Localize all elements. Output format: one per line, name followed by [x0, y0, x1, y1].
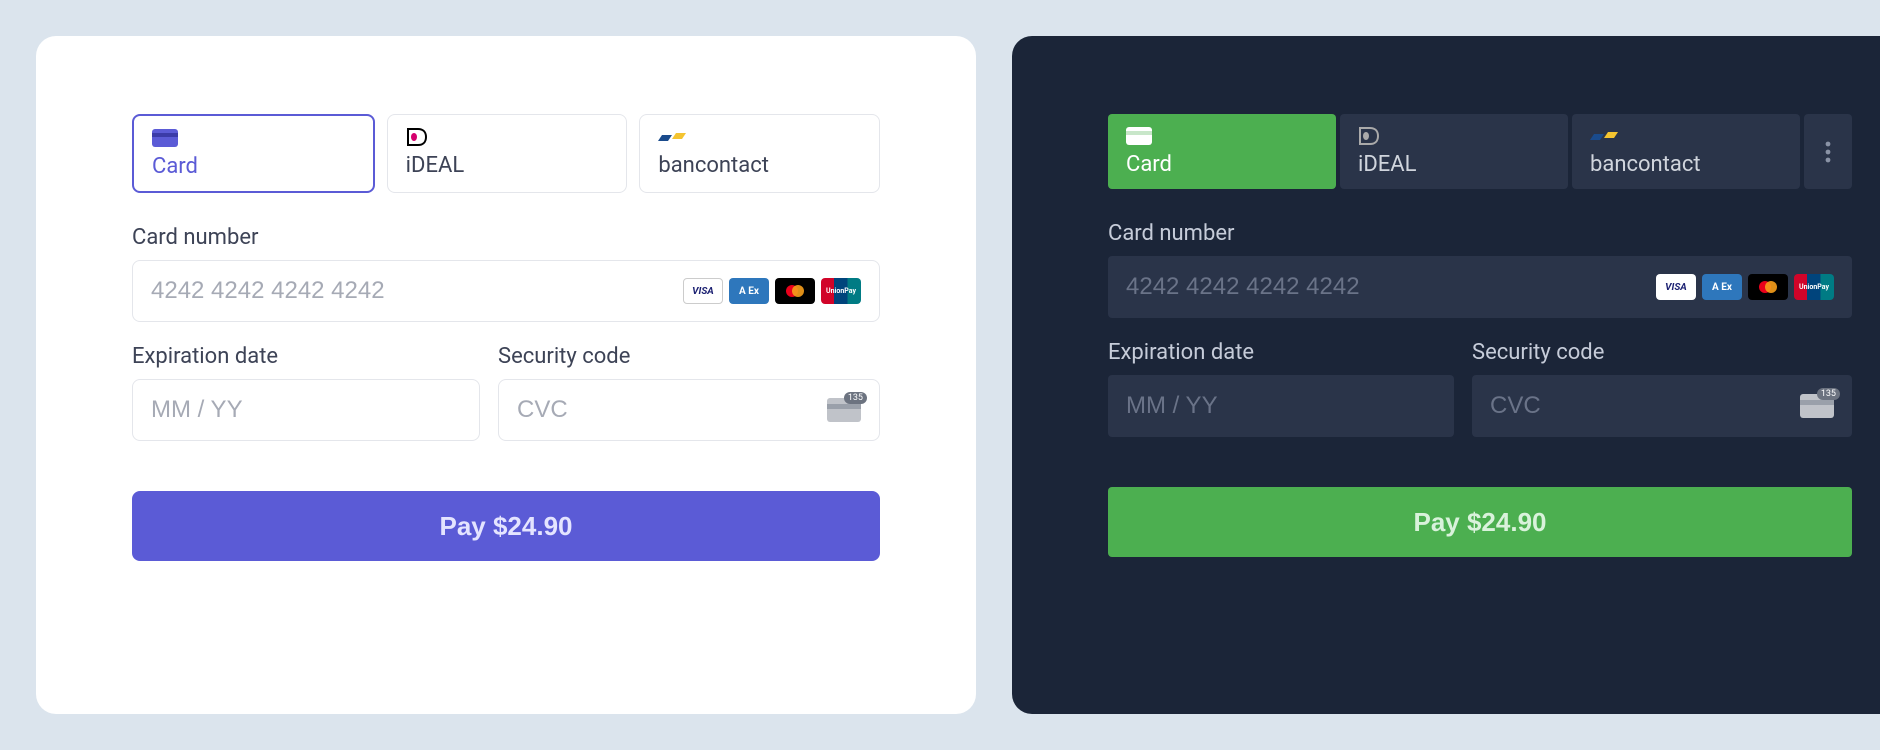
pay-button[interactable]: Pay $24.90	[132, 491, 880, 561]
payment-method-tabs: Card iDEAL bancontact	[132, 114, 880, 193]
bancontact-icon	[1590, 126, 1782, 146]
card-brand-logos: VISA A Ex UnionPay	[683, 278, 861, 304]
tab-ideal[interactable]: iDEAL	[1340, 114, 1568, 189]
tab-card[interactable]: Card	[1108, 114, 1336, 189]
card-number-field[interactable]: VISA A Ex UnionPay	[132, 260, 880, 322]
ideal-icon	[406, 127, 609, 147]
card-number-field[interactable]: VISA A Ex UnionPay	[1108, 256, 1852, 318]
payment-method-tabs: Card iDEAL bancontact	[1108, 114, 1852, 189]
tab-label: iDEAL	[1358, 152, 1550, 177]
card-number-label: Card number	[132, 225, 880, 250]
expiration-field[interactable]	[1108, 375, 1454, 437]
expiration-input[interactable]	[151, 396, 461, 424]
cvc-input[interactable]	[517, 396, 827, 424]
tab-label: Card	[1126, 152, 1318, 177]
tab-label: Card	[152, 154, 355, 179]
cvc-label: Security code	[1472, 340, 1852, 365]
card-brand-logos: VISA A Ex UnionPay	[1656, 274, 1834, 300]
card-number-label: Card number	[1108, 221, 1852, 246]
tab-label: iDEAL	[406, 153, 609, 178]
visa-icon: VISA	[1656, 274, 1696, 300]
cvc-hint-icon: 135	[827, 398, 861, 422]
tab-label: bancontact	[1590, 152, 1782, 177]
expiration-label: Expiration date	[132, 344, 480, 369]
card-icon	[1126, 126, 1318, 146]
tab-bancontact[interactable]: bancontact	[1572, 114, 1800, 189]
ideal-icon	[1358, 126, 1550, 146]
amex-icon: A Ex	[1702, 274, 1742, 300]
pay-button[interactable]: Pay $24.90	[1108, 487, 1852, 557]
tab-label: bancontact	[658, 153, 861, 178]
more-methods-button[interactable]	[1804, 114, 1852, 189]
card-number-input[interactable]	[151, 277, 683, 305]
more-vertical-icon	[1825, 141, 1831, 163]
cvc-label: Security code	[498, 344, 880, 369]
unionpay-icon: UnionPay	[1794, 274, 1834, 300]
tab-card[interactable]: Card	[132, 114, 375, 193]
tab-ideal[interactable]: iDEAL	[387, 114, 628, 193]
cvc-hint-icon: 135	[1800, 394, 1834, 418]
visa-icon: VISA	[683, 278, 723, 304]
card-number-input[interactable]	[1126, 273, 1656, 301]
expiration-input[interactable]	[1126, 392, 1436, 420]
expiration-field[interactable]	[132, 379, 480, 441]
payment-form-dark: Card iDEAL bancontact Card number VISA A…	[1012, 36, 1880, 714]
bancontact-icon	[658, 127, 861, 147]
unionpay-icon: UnionPay	[821, 278, 861, 304]
cvc-field[interactable]: 135	[498, 379, 880, 441]
mastercard-icon	[775, 278, 815, 304]
cvc-input[interactable]	[1490, 392, 1800, 420]
cvc-field[interactable]: 135	[1472, 375, 1852, 437]
expiration-label: Expiration date	[1108, 340, 1454, 365]
amex-icon: A Ex	[729, 278, 769, 304]
card-icon	[152, 128, 355, 148]
mastercard-icon	[1748, 274, 1788, 300]
tab-bancontact[interactable]: bancontact	[639, 114, 880, 193]
payment-form-light: Card iDEAL bancontact Card number VISA A…	[36, 36, 976, 714]
